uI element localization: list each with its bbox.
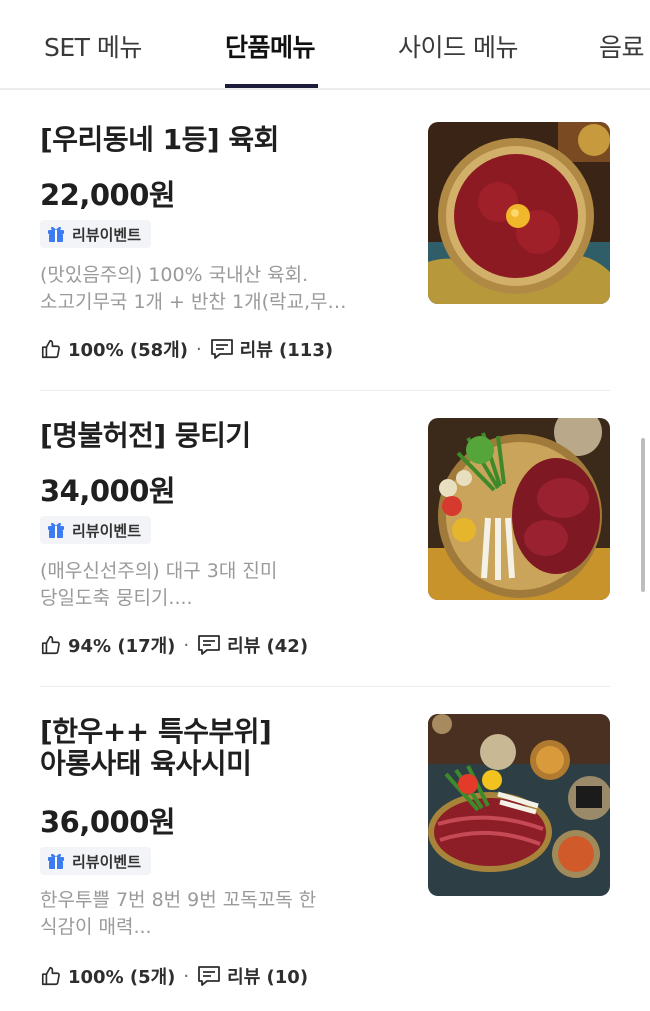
review-count: 리뷰 (42) — [227, 636, 309, 657]
menu-item-price: 22,000원 — [40, 178, 176, 212]
gift-icon — [46, 520, 66, 540]
tab-single-menu[interactable]: 단품메뉴 — [225, 28, 316, 64]
gift-icon — [46, 851, 66, 871]
description-line: 식감이 매력... — [40, 916, 152, 938]
category-tab-bar: SET 메뉴 단품메뉴 사이드 메뉴 음료 — [0, 0, 650, 90]
menu-item-stats: 100% (58개) · 리뷰 (113) — [40, 336, 333, 362]
tab-drinks[interactable]: 음료 — [599, 28, 645, 64]
menu-item-price: 36,000원 — [40, 805, 176, 839]
menu-item-photo — [428, 122, 610, 304]
review-event-badge: 리뷰이벤트 — [40, 847, 152, 875]
gift-icon — [46, 224, 66, 244]
item-divider — [40, 390, 610, 391]
comment-icon — [197, 965, 221, 987]
menu-item-description: 한우투쁠 7번 8번 9번 꼬독꼬독 한 식감이 매력... — [40, 887, 390, 941]
active-tab-indicator — [225, 84, 318, 88]
menu-item-title-line: 아롱사태 육사시미 — [40, 747, 252, 780]
item-divider — [40, 686, 610, 687]
separator-dot: · — [183, 634, 190, 656]
like-rate: 94% (17개) — [68, 636, 176, 657]
menu-item[interactable]: [우리동네 1등] 육회 22,000원 리뷰이벤트 (맛있음주의) 100% … — [40, 122, 610, 372]
menu-item-title-line: [한우++ 특수부위] — [40, 715, 272, 748]
menu-item-title: [명불허전] 뭉티기 — [40, 420, 251, 452]
description-line: (매우신선주의) 대구 3대 진미 — [40, 560, 278, 582]
separator-dot: · — [183, 965, 190, 987]
description-line: 소고기무국 1개 + 반찬 1개(락교,무… — [40, 291, 347, 313]
menu-item-title: [우리동네 1등] 육회 — [40, 124, 279, 156]
menu-item-stats: 94% (17개) · 리뷰 (42) — [40, 632, 308, 658]
menu-item-title: [한우++ 특수부위] 아롱사태 육사시미 — [40, 715, 272, 780]
badge-label: 리뷰이벤트 — [72, 521, 142, 540]
review-count: 리뷰 (10) — [227, 967, 309, 988]
badge-label: 리뷰이벤트 — [72, 852, 142, 871]
menu-item-description: (맛있음주의) 100% 국내산 육회. 소고기무국 1개 + 반찬 1개(락교… — [40, 262, 390, 316]
menu-item-photo — [428, 418, 610, 600]
tab-side-menu[interactable]: 사이드 메뉴 — [398, 28, 518, 64]
comment-icon — [210, 338, 234, 360]
menu-item-title-line: [명불허전] 뭉티기 — [40, 419, 251, 452]
separator-dot: · — [195, 338, 202, 360]
like-rate: 100% (58개) — [68, 340, 188, 361]
menu-item-price: 34,000원 — [40, 474, 176, 508]
review-count: 리뷰 (113) — [239, 340, 334, 361]
like-rate: 100% (5개) — [68, 967, 176, 988]
thumbs-up-icon — [40, 965, 62, 987]
thumbs-up-icon — [40, 634, 62, 656]
description-line: 당일도축 뭉티기.... — [40, 587, 193, 609]
menu-item[interactable]: [명불허전] 뭉티기 34,000원 리뷰이벤트 (매우신선주의) 대구 3대 … — [40, 418, 610, 668]
menu-item-photo — [428, 714, 610, 896]
menu-item-stats: 100% (5개) · 리뷰 (10) — [40, 963, 308, 989]
menu-item-description: (매우신선주의) 대구 3대 진미 당일도축 뭉티기.... — [40, 558, 390, 612]
menu-item-title-line: [우리동네 1등] 육회 — [40, 123, 279, 156]
comment-icon — [197, 634, 221, 656]
thumbs-up-icon — [40, 338, 62, 360]
menu-item[interactable]: [한우++ 특수부위] 아롱사태 육사시미 36,000원 리뷰이벤트 한우투쁠… — [40, 714, 610, 999]
description-line: (맛있음주의) 100% 국내산 육회. — [40, 264, 309, 286]
scrollbar[interactable] — [641, 438, 645, 592]
review-event-badge: 리뷰이벤트 — [40, 220, 152, 248]
badge-label: 리뷰이벤트 — [72, 225, 142, 244]
tab-set-menu[interactable]: SET 메뉴 — [44, 28, 142, 64]
description-line: 한우투쁠 7번 8번 9번 꼬독꼬독 한 — [40, 889, 317, 911]
review-event-badge: 리뷰이벤트 — [40, 516, 152, 544]
